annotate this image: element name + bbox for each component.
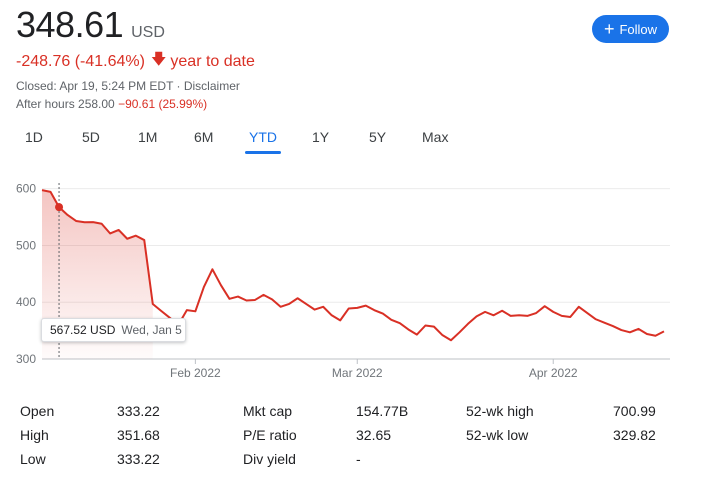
after-hours-info: After hours 258.00 −90.61 (25.99%)	[16, 97, 207, 111]
currency-label: USD	[131, 24, 165, 41]
stat-value-open: 333.22	[117, 403, 160, 419]
stat-label-high: High	[20, 427, 49, 443]
stat-label-open: Open	[20, 403, 55, 419]
stat-value-div-yield: -	[356, 451, 361, 467]
stat-label-low: Low	[20, 451, 46, 467]
stat-value-high: 351.68	[117, 427, 160, 443]
stat-value-52wk-low: 329.82	[613, 427, 656, 443]
closed-info: Closed: Apr 19, 5:24 PM EDT · Disclaimer	[16, 79, 240, 93]
tooltip-date: Wed, Jan 5	[121, 323, 182, 337]
price-header: 348.61 USD	[16, 4, 165, 46]
tab-1m[interactable]: 1M	[138, 127, 157, 153]
stat-label-mkt-cap: Mkt cap	[243, 403, 293, 419]
y-tick-label: 600	[16, 182, 36, 196]
stat-value-mkt-cap: 154.77B	[356, 403, 409, 419]
plus-icon: +	[603, 19, 615, 39]
tab-max[interactable]: Max	[422, 127, 448, 153]
x-tick-label: Apr 2022	[529, 366, 578, 380]
tooltip-value: 567.52 USD	[50, 323, 116, 337]
stat-value-52wk-high: 700.99	[613, 403, 656, 419]
stat-label-52wk-low: 52-wk low	[466, 427, 529, 443]
stat-label-pe-ratio: P/E ratio	[243, 427, 297, 443]
after-hours-label: After hours 258.00	[16, 97, 115, 111]
hover-point	[55, 203, 64, 212]
current-price: 348.61	[16, 4, 124, 45]
tab-5d[interactable]: 5D	[82, 127, 100, 153]
tab-ytd[interactable]: YTD	[245, 127, 281, 154]
price-chart[interactable]: 300 400 500 600 Feb 2022 Mar 2022 Apr 2022	[0, 175, 703, 385]
y-tick-label: 300	[16, 352, 36, 366]
after-hours-change: −90.61 (25.99%)	[118, 97, 208, 111]
x-tick-label: Mar 2022	[332, 366, 383, 380]
range-tabs: 1D 5D 1M 6M YTD 1Y 5Y Max	[0, 127, 703, 155]
chart-tooltip: 567.52 USD Wed, Jan 5	[41, 318, 186, 342]
y-tick-label: 500	[16, 238, 36, 252]
follow-button[interactable]: + Follow	[592, 15, 669, 43]
tab-5y[interactable]: 5Y	[369, 127, 386, 153]
tab-6m[interactable]: 6M	[194, 127, 213, 153]
stat-label-div-yield: Div yield	[243, 451, 296, 467]
x-tick-label: Feb 2022	[170, 366, 221, 380]
price-change: -248.76 (-41.64%) 🡇 year to date	[16, 49, 255, 74]
follow-label: Follow	[619, 21, 658, 37]
stat-label-52wk-high: 52-wk high	[466, 403, 534, 419]
change-value: -248.76 (-41.64%)	[16, 52, 145, 70]
change-period: year to date	[170, 52, 255, 70]
tab-1y[interactable]: 1Y	[312, 127, 329, 153]
stat-value-pe-ratio: 32.65	[356, 427, 392, 443]
arrow-down-icon: 🡇	[150, 51, 167, 68]
y-tick-label: 400	[16, 295, 36, 309]
tab-1d[interactable]: 1D	[25, 127, 43, 153]
stat-value-low: 333.22	[117, 451, 160, 467]
